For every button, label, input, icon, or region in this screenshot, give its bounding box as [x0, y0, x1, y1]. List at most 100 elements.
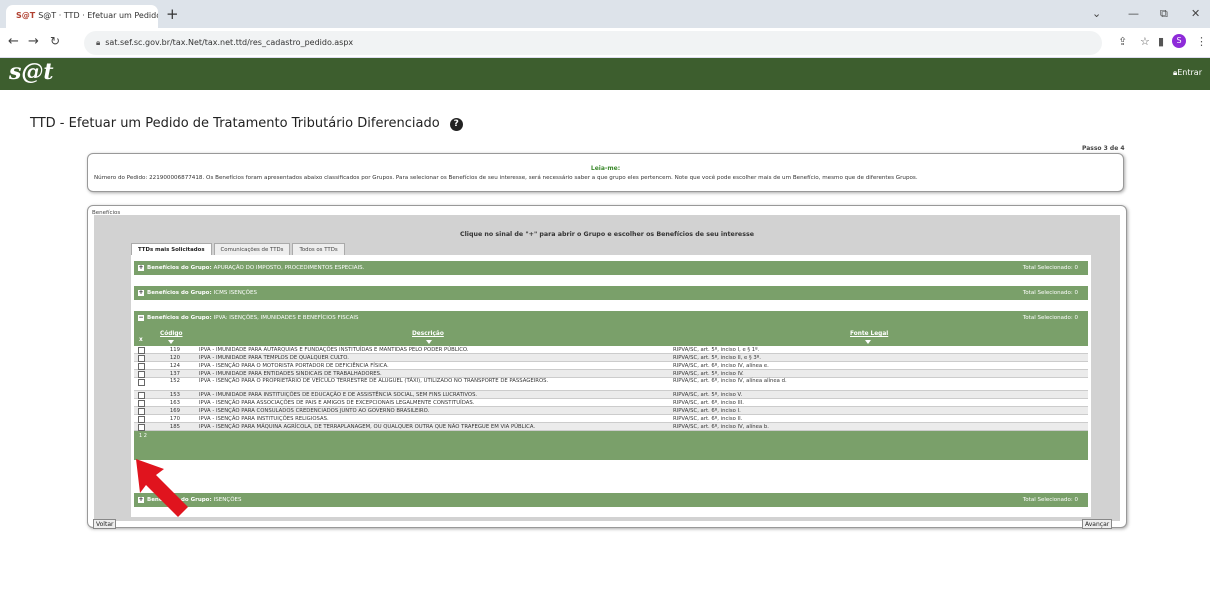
row-checkbox[interactable] — [138, 347, 145, 354]
sat-logo[interactable]: s@t — [9, 59, 54, 85]
table-row: 152 IPVA - ISENÇÃO PARA O PROPRIETÁRIO DE… — [134, 378, 1088, 391]
new-tab-icon[interactable]: + — [166, 5, 179, 23]
table-header: x Código Descrição Fonte Legal — [134, 325, 1088, 346]
row-checkbox[interactable] — [138, 416, 145, 423]
row-checkbox[interactable] — [138, 400, 145, 407]
row-checkbox[interactable] — [138, 424, 145, 431]
readme-text: Número do Pedido: 221900006877418. Os Be… — [94, 175, 918, 181]
step-indicator: Passo 3 de 4 — [1082, 145, 1125, 152]
benefits-container: Clique no sinal de "+" para abrir o Grup… — [94, 215, 1120, 521]
row-codigo: 163 — [169, 400, 180, 406]
row-descricao: IPVA - ISENÇÃO PARA O MOTORISTA PORTADOR… — [199, 363, 389, 369]
row-fonte: RIPVA/SC, art. 5º, inciso IV. — [673, 371, 744, 377]
group-total: Total Selecionado: 0 — [1022, 315, 1078, 321]
page-title: TTD - Efetuar um Pedido de Tratamento Tr… — [30, 116, 463, 131]
row-checkbox[interactable] — [138, 363, 145, 370]
row-codigo: 153 — [169, 392, 180, 398]
row-codigo: 170 — [169, 416, 180, 422]
profile-avatar[interactable]: S — [1172, 34, 1186, 48]
row-descricao: IPVA - IMUNIDADE PARA ENTIDADES SINDICAI… — [199, 371, 382, 377]
benefits-table: x Código Descrição Fonte Legal 119 IPVA -… — [134, 325, 1088, 460]
menu-icon[interactable]: ⋮ — [1196, 35, 1207, 48]
row-descricao: IPVA - ISENÇÃO PARA O PROPRIETÁRIO DE VE… — [199, 378, 549, 384]
row-codigo: 124 — [169, 363, 180, 369]
help-icon[interactable]: ? — [449, 118, 463, 131]
back-icon[interactable]: ← — [8, 34, 19, 49]
group-label: Benefícios do Grupo: — [147, 265, 212, 271]
minimize-icon[interactable]: — — [1128, 7, 1139, 20]
next-button[interactable]: Avançar — [1082, 519, 1113, 529]
readme-title: Leia-me: — [590, 165, 621, 172]
back-button[interactable]: Voltar — [93, 519, 117, 529]
column-codigo[interactable]: Código — [160, 331, 183, 337]
row-fonte: RIPVA/SC, art. 5º, inciso I, e § 1º. — [673, 347, 760, 353]
close-window-icon[interactable]: ✕ — [1191, 7, 1200, 20]
group-total: Total Selecionado: 0 — [1022, 497, 1078, 503]
row-checkbox[interactable] — [138, 371, 145, 378]
column-fonte-legal[interactable]: Fonte Legal — [850, 331, 888, 337]
row-descricao: IPVA - ISENÇÃO PARA ASSOCIAÇÕES DE PAIS … — [199, 400, 475, 406]
group-name: ICMS ISENÇÕES — [213, 290, 257, 296]
group-total: Total Selecionado: 0 — [1022, 265, 1078, 271]
hint-text: Clique no sinal de "+" para abrir o Grup… — [460, 231, 754, 238]
row-codigo: 169 — [169, 408, 180, 414]
row-checkbox[interactable] — [138, 408, 145, 415]
group-label: Benefícios do Grupo: — [147, 315, 212, 321]
group-name: IPVA: ISENÇÕES, IMUNIDADES E BENEFÍCIOS … — [213, 315, 359, 321]
row-descricao: IPVA - ISENÇÃO PARA CONSULADOS CREDENCIA… — [199, 408, 430, 414]
row-checkbox[interactable] — [138, 379, 145, 386]
benefits-fieldset: Benefícios Clique no sinal de "+" para a… — [87, 205, 1127, 528]
row-fonte: RIPVA/SC, art. 6º, inciso II. — [673, 416, 743, 422]
row-codigo: 185 — [169, 424, 180, 430]
share-icon[interactable]: ⇪ — [1118, 35, 1127, 48]
row-checkbox[interactable] — [138, 355, 145, 362]
restore-icon[interactable]: ⧉ — [1160, 7, 1168, 21]
column-descricao[interactable]: Descrição — [412, 331, 444, 337]
row-descricao: IPVA - IMUNIDADE PARA AUTARQUIAS E FUNDA… — [199, 347, 469, 353]
row-codigo: 137 — [169, 371, 180, 377]
lock-icon: 🔒︎ — [96, 38, 101, 47]
chevron-down-icon[interactable]: ⌄ — [1092, 7, 1101, 20]
site-header: s@t 🔒︎Entrar — [0, 58, 1210, 90]
sort-arrow-icon[interactable] — [426, 340, 432, 344]
url-text: sat.sef.sc.gov.br/tax.Net/tax.net.ttd/re… — [105, 38, 354, 47]
tab-panel: + Benefícios do Grupo: APURAÇÃO DO IMPOSTO… — [131, 255, 1091, 517]
table-row: 169 IPVA - ISENÇÃO PARA CONSULADOS CREDEN… — [134, 407, 1088, 415]
red-arrow-icon — [136, 459, 188, 517]
group-header[interactable]: − Benefícios do Grupo: IPVA: ISENÇÕES, IMU… — [134, 311, 1088, 325]
row-descricao: IPVA - ISENÇÃO PARA INSTITUIÇÕES RELIGIO… — [199, 416, 329, 422]
row-checkbox[interactable] — [138, 392, 145, 399]
group-name: ISENÇÕES — [213, 497, 242, 503]
login-link[interactable]: 🔒︎Entrar — [1173, 68, 1202, 78]
favicon-icon: S@T — [16, 11, 36, 20]
readme-box: Leia-me: Número do Pedido: 2219000068774… — [87, 153, 1124, 192]
table-row: 119 IPVA - IMUNIDADE PARA AUTARQUIAS E FU… — [134, 346, 1088, 354]
expand-icon[interactable]: + — [138, 265, 144, 271]
sort-arrow-icon[interactable] — [865, 340, 871, 344]
forward-icon[interactable]: → — [28, 34, 39, 49]
url-input[interactable]: 🔒︎ sat.sef.sc.gov.br/tax.Net/tax.net.ttd/… — [84, 31, 1102, 55]
table-row: 120 IPVA - IMUNIDADE PARA TEMPLOS DE QUAL… — [134, 354, 1088, 362]
expand-icon[interactable]: + — [138, 290, 144, 296]
row-descricao: IPVA - IMUNIDADE PARA INSTITUIÇÕES DE ED… — [199, 392, 478, 398]
star-icon[interactable]: ☆ — [1140, 35, 1150, 48]
login-label: Entrar — [1177, 68, 1202, 77]
table-pager[interactable]: 1 2 — [134, 432, 1088, 440]
row-codigo: 119 — [169, 347, 180, 353]
row-descricao: IPVA - IMUNIDADE PARA TEMPLOS DE QUALQUE… — [199, 355, 349, 361]
group-header[interactable]: + Benefícios do Grupo: ICMS ISENÇÕES Total … — [134, 286, 1088, 300]
reload-icon[interactable]: ↻ — [50, 34, 60, 48]
sidebar-icon[interactable]: ▮ — [1158, 35, 1164, 48]
row-fonte: RIPVA/SC, art. 6º, inciso IV, alínea alí… — [673, 378, 787, 384]
browser-tab[interactable]: S@T S@T · TTD · Efetuar um Pedido × — [6, 5, 158, 28]
collapse-icon[interactable]: − — [138, 315, 144, 321]
row-descricao: IPVA - ISENÇÃO PARA MÁQUINA AGRÍCOLA, DE… — [199, 424, 536, 430]
group-header[interactable]: +Benefícios do Grupo:ISENÇÕESTotal Selec… — [134, 493, 1088, 507]
row-codigo: 120 — [169, 355, 180, 361]
row-fonte: RIPVA/SC, art. 6º, inciso IV, alínea e. — [673, 363, 769, 369]
table-row: 170 IPVA - ISENÇÃO PARA INSTITUIÇÕES RELI… — [134, 415, 1088, 423]
group-name: APURAÇÃO DO IMPOSTO, PROCEDIMENTOS ESPEC… — [213, 265, 365, 271]
column-select: x — [139, 337, 143, 343]
group-header[interactable]: + Benefícios do Grupo: APURAÇÃO DO IMPOSTO… — [134, 261, 1088, 275]
sort-arrow-icon[interactable] — [168, 340, 174, 344]
